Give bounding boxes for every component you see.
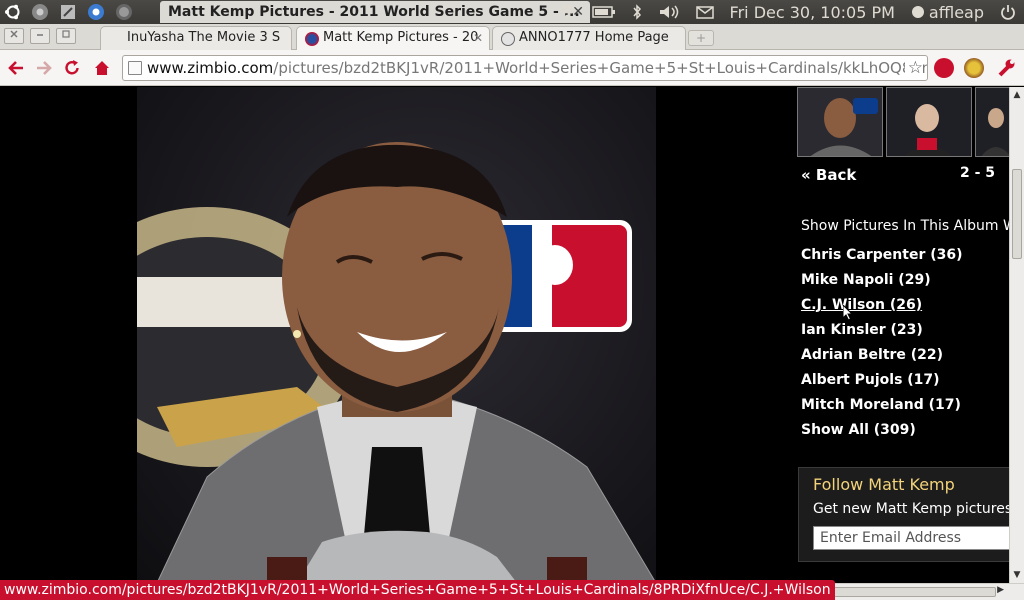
close-icon bbox=[10, 30, 18, 38]
reload-icon[interactable] bbox=[60, 56, 84, 80]
window-title-text: Matt Kemp Pictures - 2011 World Series G… bbox=[168, 4, 580, 20]
maximize-icon bbox=[62, 30, 70, 38]
forward-arrow-icon[interactable] bbox=[32, 56, 56, 80]
album-link-show-all[interactable]: Show All (309) bbox=[801, 422, 916, 438]
main-photo[interactable] bbox=[137, 87, 656, 583]
power-icon[interactable] bbox=[992, 0, 1024, 24]
mail-icon[interactable] bbox=[688, 0, 722, 24]
url-domain: www.zimbio.com bbox=[147, 59, 274, 77]
ubuntu-logo-icon[interactable] bbox=[2, 1, 24, 23]
bookmark-star-icon[interactable]: ☆ bbox=[904, 56, 923, 80]
tab-label: InuYasha The Movie 3 S bbox=[127, 30, 281, 45]
vertical-scroll-thumb[interactable] bbox=[1012, 169, 1022, 259]
new-tab-button[interactable]: + bbox=[688, 30, 714, 46]
album-link-mitch-moreland[interactable]: Mitch Moreland (17) bbox=[801, 397, 961, 413]
album-link-ian-kinsler[interactable]: Ian Kinsler (23) bbox=[801, 322, 923, 338]
chrome-launcher-icon[interactable] bbox=[84, 2, 108, 22]
vertical-scrollbar[interactable]: ▲ ▼ bbox=[1009, 87, 1024, 583]
extension-cookie-icon[interactable] bbox=[964, 58, 984, 78]
browser-toolbar: www.zimbio.com/pictures/bzd2tBKJ1vR/2011… bbox=[0, 50, 1024, 86]
tab-inuyasha[interactable]: InuYasha The Movie 3 S bbox=[100, 26, 292, 50]
scroll-down-arrow-icon[interactable]: ▼ bbox=[1010, 568, 1024, 582]
chromium-launcher-icon[interactable] bbox=[28, 2, 52, 22]
url-path: /pictures/bzd2tBKJ1vR/2011+World+Series+… bbox=[273, 59, 928, 77]
tab-label: Matt Kemp Pictures - 20 bbox=[323, 30, 479, 45]
tab-matt-kemp[interactable]: Matt Kemp Pictures - 20 ✕ bbox=[296, 26, 490, 50]
clock[interactable]: Fri Dec 30, 10:05 PM bbox=[722, 0, 903, 24]
mouse-cursor-icon bbox=[843, 305, 853, 321]
tab-close-icon[interactable]: ✕ bbox=[473, 27, 483, 49]
bluetooth-icon[interactable] bbox=[624, 0, 650, 24]
scroll-up-arrow-icon[interactable]: ▲ bbox=[1010, 88, 1024, 102]
album-link-cj-wilson[interactable]: C.J. Wilson (26) bbox=[801, 297, 922, 313]
zimbio-favicon-icon bbox=[305, 32, 319, 46]
user-name: affleap bbox=[928, 2, 984, 22]
tab-label: ANNO1777 Home Page bbox=[519, 30, 669, 45]
email-field[interactable]: Enter Email Address bbox=[813, 526, 1009, 550]
back-link[interactable]: « Back bbox=[801, 166, 856, 184]
globe-favicon-icon bbox=[501, 32, 515, 46]
home-icon[interactable] bbox=[90, 56, 114, 80]
follow-box: Follow Matt Kemp Get new Matt Kemp pictu… bbox=[798, 467, 1009, 562]
address-bar[interactable]: www.zimbio.com/pictures/bzd2tBKJ1vR/2011… bbox=[122, 55, 928, 81]
thumbnail-2[interactable] bbox=[886, 87, 972, 157]
status-url-bubble: www.zimbio.com/pictures/bzd2tBKJ1vR/2011… bbox=[0, 580, 835, 600]
back-arrow-icon[interactable] bbox=[4, 56, 28, 80]
text-editor-launcher-icon[interactable] bbox=[56, 2, 80, 22]
page-icon bbox=[128, 61, 142, 75]
wifi-icon[interactable] bbox=[550, 0, 584, 24]
globe-launcher-icon[interactable] bbox=[112, 2, 136, 22]
window-close-button[interactable] bbox=[4, 28, 24, 44]
wrench-icon[interactable] bbox=[994, 56, 1018, 80]
window-minimize-button[interactable] bbox=[30, 28, 50, 44]
user-status-icon bbox=[911, 6, 924, 18]
user-menu[interactable]: affleap bbox=[903, 0, 992, 24]
scroll-right-arrow-icon[interactable]: ▶ bbox=[997, 585, 1004, 595]
thumbnail-3[interactable] bbox=[975, 87, 1009, 157]
system-tray: Fri Dec 30, 10:05 PM affleap bbox=[550, 0, 1024, 24]
album-link-albert-pujols[interactable]: Albert Pujols (17) bbox=[801, 372, 940, 388]
active-window-title: Matt Kemp Pictures - 2011 World Series G… bbox=[160, 1, 590, 23]
tab-anno1777[interactable]: ANNO1777 Home Page bbox=[492, 26, 686, 50]
album-filter-heading: Show Pictures In This Album With bbox=[801, 218, 1009, 234]
page-content: « Back 2 - 5 Show Pictures In This Album… bbox=[0, 87, 1009, 583]
album-sidebar: « Back 2 - 5 Show Pictures In This Album… bbox=[797, 87, 1009, 583]
extension-hand-icon[interactable] bbox=[934, 58, 954, 78]
window-maximize-button[interactable] bbox=[56, 28, 76, 44]
battery-icon[interactable] bbox=[584, 0, 624, 24]
album-link-mike-napoli[interactable]: Mike Napoli (29) bbox=[801, 272, 931, 288]
album-link-adrian-beltre[interactable]: Adrian Beltre (22) bbox=[801, 347, 943, 363]
tab-strip: InuYasha The Movie 3 S Matt Kemp Picture… bbox=[0, 24, 1024, 50]
album-link-chris-carpenter[interactable]: Chris Carpenter (36) bbox=[801, 247, 963, 263]
follow-subtitle: Get new Matt Kemp pictures by bbox=[813, 501, 1009, 517]
thumbnail-1[interactable] bbox=[797, 87, 883, 157]
minimize-icon bbox=[37, 34, 43, 36]
page-range: 2 - 5 bbox=[960, 165, 996, 181]
follow-title: Follow Matt Kemp bbox=[813, 475, 955, 494]
volume-icon[interactable] bbox=[650, 0, 688, 24]
